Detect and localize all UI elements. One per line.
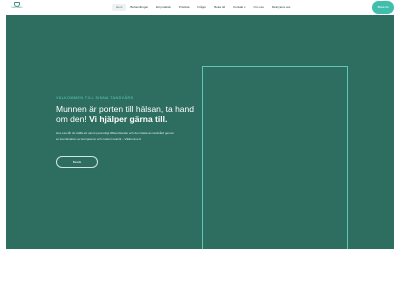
nav-item-label: Om oss [253,5,264,9]
hero-eyebrow: Välkommen till Sinna Tandvård [56,96,134,100]
nav-item-hem[interactable]: Hem [112,4,127,11]
site-header: TANDVÅRD Hem Behandlingar Ett praktisk P… [0,0,400,15]
book-appointment-button[interactable]: Boka tid [372,1,394,14]
hero-media-frame [202,66,348,251]
nav-item-label: Frågor [197,5,207,9]
nav-item-behandlingar[interactable]: Behandlingar [126,4,152,11]
hero-headline-bold: Vi hjälper gärna till. [89,114,168,124]
site-logo[interactable]: TANDVÅRD [9,2,25,14]
hero-headline: Munnen är porten till hälsan, ta hand om… [56,104,196,124]
logo-text: TANDVÅRD [11,7,23,9]
nav-item-ett-praktisk[interactable]: Ett praktisk [152,4,175,11]
nav-item-label: Rekrytera oss [271,5,291,9]
nav-item-label: Hem [116,5,123,9]
nav-item-fragor[interactable]: Frågor [193,4,210,11]
nav-item-kontakt[interactable]: Kontakt ▾ [229,4,249,11]
nav-item-om-oss[interactable]: Om oss [250,4,268,11]
nav-item-label: Boka tid [214,5,226,9]
hero-section: Välkommen till Sinna Tandvård Munnen är … [6,15,394,251]
nav-item-prislista[interactable]: Prislista [175,4,194,11]
nav-item-rekrytera[interactable]: Rekrytera oss [268,4,295,11]
chevron-down-icon: ▾ [244,6,246,9]
nav-item-label: Prislista [178,5,190,9]
nav-item-label: Kontakt [233,5,244,9]
main-nav: Hem Behandlingar Ett praktisk Prislista … [112,4,294,11]
hero-cta-button[interactable]: Besök [56,156,98,168]
hero-intro: Hos oss får du träffa ett varmt personli… [56,131,175,141]
nav-item-label: Behandlingar [130,5,149,9]
nav-item-label: Ett praktisk [156,5,171,9]
below-fold-section [0,249,400,300]
page: TANDVÅRD Hem Behandlingar Ett praktisk P… [0,0,400,300]
nav-item-boka-tid[interactable]: Boka tid [210,4,229,11]
